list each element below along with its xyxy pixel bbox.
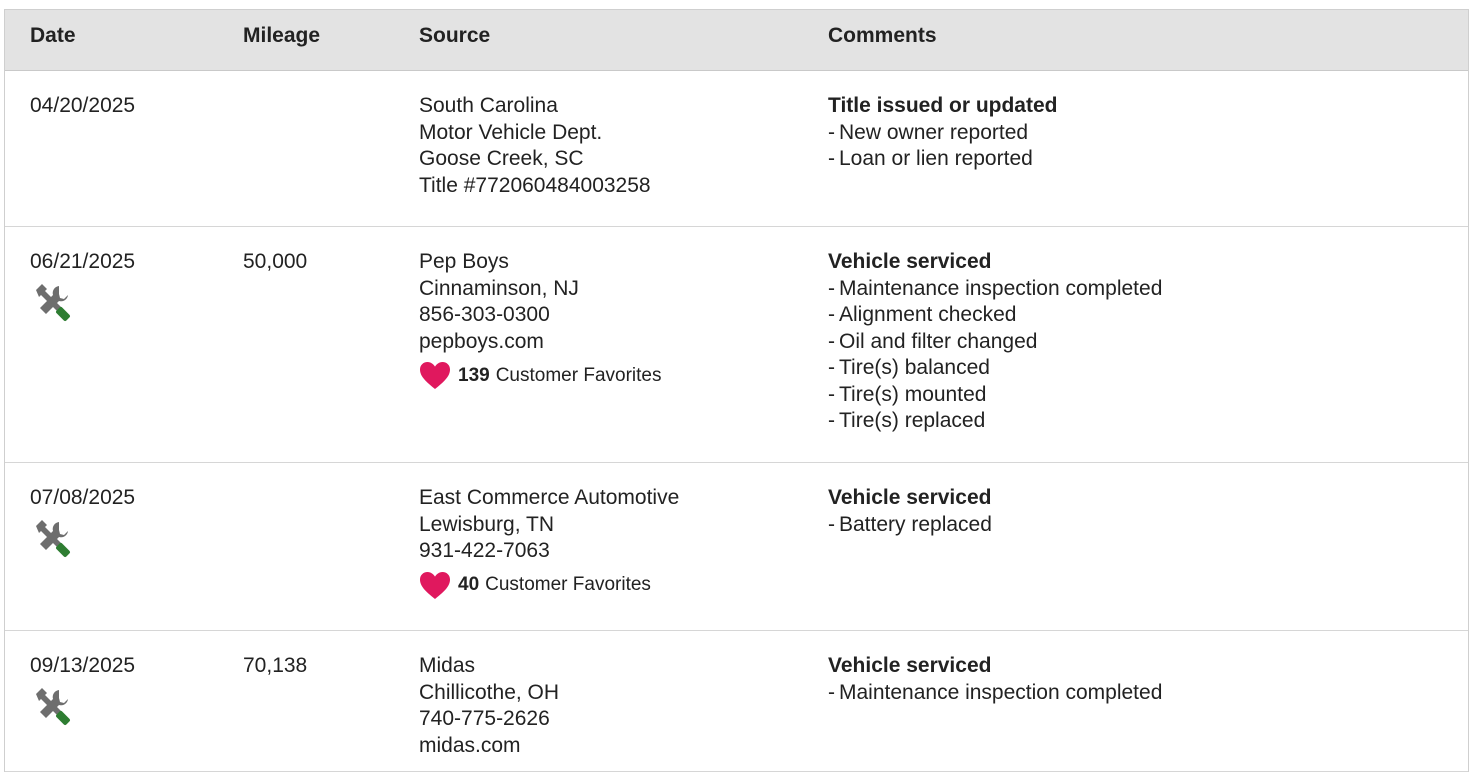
comment-title: Vehicle serviced [828,654,992,677]
source-line: East Commerce Automotive [419,486,680,509]
comment-item-text: Tire(s) balanced [839,356,990,379]
mileage-cell: 70,138 [243,654,308,677]
bullet-dash: - [828,680,835,704]
date-cell: 07/08/2025 [30,485,135,560]
table-row: 07/08/2025 East Commerce Automotive Lewis… [5,463,1468,631]
source-line: Motor Vehicle Dept. [419,120,603,144]
comment-item: - Tire(s) balanced [828,355,1162,382]
service-tools-icon [30,280,74,324]
comment-title: Vehicle serviced [828,250,992,273]
table-row: 06/21/2025 50,000 Pep Boys Cinnaminson, NJ… [5,227,1468,463]
source-line: Cinnaminson, NJ [419,276,579,300]
comments-cell: Vehicle serviced - Maintenance inspection … [828,653,1162,706]
comment-item-text: New owner reported [839,120,1029,144]
comment-item-text: Maintenance inspection completed [839,276,1163,300]
comment-item: - Maintenance inspection completed [828,680,1162,707]
favorites-label: Customer Favorites [495,364,662,386]
favorites-count: 40 [458,574,480,596]
comment-item-text: Alignment checked [839,303,1017,326]
comments-cell: Vehicle serviced - Maintenance inspection … [828,249,1162,435]
comment-item-text: Tire(s) replaced [839,409,986,432]
date-text: 07/08/2025 [30,486,136,509]
comment-item: - Tire(s) replaced [828,408,1162,435]
table-header: Date Mileage Source Comments [5,10,1468,71]
header-comments: Comments [828,24,937,47]
source-line: midas.com [419,733,521,757]
customer-favorites[interactable]: 40 Customer Favorites [419,571,679,601]
source-line: 740-775-2626 [419,707,550,730]
source-cell: Pep Boys Cinnaminson, NJ 856-303-0300 pepbo… [419,249,661,391]
date-text: 06/21/2025 [30,250,136,273]
source-line: Midas [419,654,476,677]
comment-item-text: Loan or lien reported [839,147,1033,170]
bullet-dash: - [828,356,835,379]
favorites-count: 139 [458,364,490,386]
comment-item: - Alignment checked [828,302,1162,329]
header-date: Date [30,24,76,47]
service-tools-icon [30,516,74,560]
bullet-dash: - [828,512,835,536]
header-mileage: Mileage [243,24,321,47]
date-text: 04/20/2025 [30,94,136,117]
heart-icon [419,571,451,601]
table-row: 04/20/2025 South Carolina Motor Vehicle De… [5,71,1468,227]
service-tools-icon [30,684,74,728]
comment-item-text: Oil and filter changed [839,329,1038,353]
vehicle-history-table: Date Mileage Source Comments 04/20/2025 S… [4,9,1469,772]
mileage-cell: 50,000 [243,250,308,273]
bullet-dash: - [828,147,835,170]
comments-cell: Vehicle serviced - Battery replaced [828,485,992,538]
comments-cell: Title issued or updated - New owner report… [828,93,1057,173]
heart-icon [419,361,451,391]
date-text: 09/13/2025 [30,654,136,677]
source-line: Goose Creek, SC [419,147,584,170]
comment-item-text: Tire(s) mounted [839,382,987,406]
customer-favorites[interactable]: 139 Customer Favorites [419,361,661,391]
comment-item-text: Battery replaced [839,512,992,536]
bullet-dash: - [828,329,835,353]
table-row: 09/13/2025 70,138 Midas Chillicothe, OH 740… [5,631,1468,772]
source-line: pepboys.com [419,329,544,353]
comment-item: - Oil and filter changed [828,329,1162,356]
bullet-dash: - [828,303,835,326]
top-strip [0,0,1470,9]
source-line: Chillicothe, OH [419,680,560,704]
bullet-dash: - [828,120,835,144]
comment-item-text: Maintenance inspection completed [839,680,1163,704]
bullet-dash: - [828,409,835,432]
source-line: Lewisburg, TN [419,512,555,536]
source-cell: Midas Chillicothe, OH 740-775-2626 midas.co… [419,653,559,759]
comment-item: - Battery replaced [828,512,992,539]
favorites-label: Customer Favorites [485,574,651,596]
comment-item: - Loan or lien reported [828,146,1057,173]
source-line: 931-422-7063 [419,539,550,562]
source-line: Pep Boys [419,250,509,273]
date-cell: 09/13/2025 [30,653,135,728]
date-cell: 06/21/2025 [30,249,135,324]
comment-title: Title issued or updated [828,94,1058,117]
bullet-dash: - [828,382,835,406]
source-line: Title #772060484003258 [419,173,651,197]
comment-title: Vehicle serviced [828,486,992,509]
source-cell: East Commerce Automotive Lewisburg, TN 931… [419,485,679,601]
bullet-dash: - [828,276,835,300]
source-cell: South Carolina Motor Vehicle Dept. Goose C… [419,93,651,199]
header-source: Source [419,24,491,47]
date-cell: 04/20/2025 [30,93,135,120]
source-line: 856-303-0300 [419,303,550,326]
comment-item: - Tire(s) mounted [828,382,1162,409]
comment-item: - Maintenance inspection completed [828,276,1162,303]
comment-item: - New owner reported [828,120,1057,147]
table-body: 04/20/2025 South Carolina Motor Vehicle De… [5,71,1468,772]
source-line: South Carolina [419,94,558,117]
